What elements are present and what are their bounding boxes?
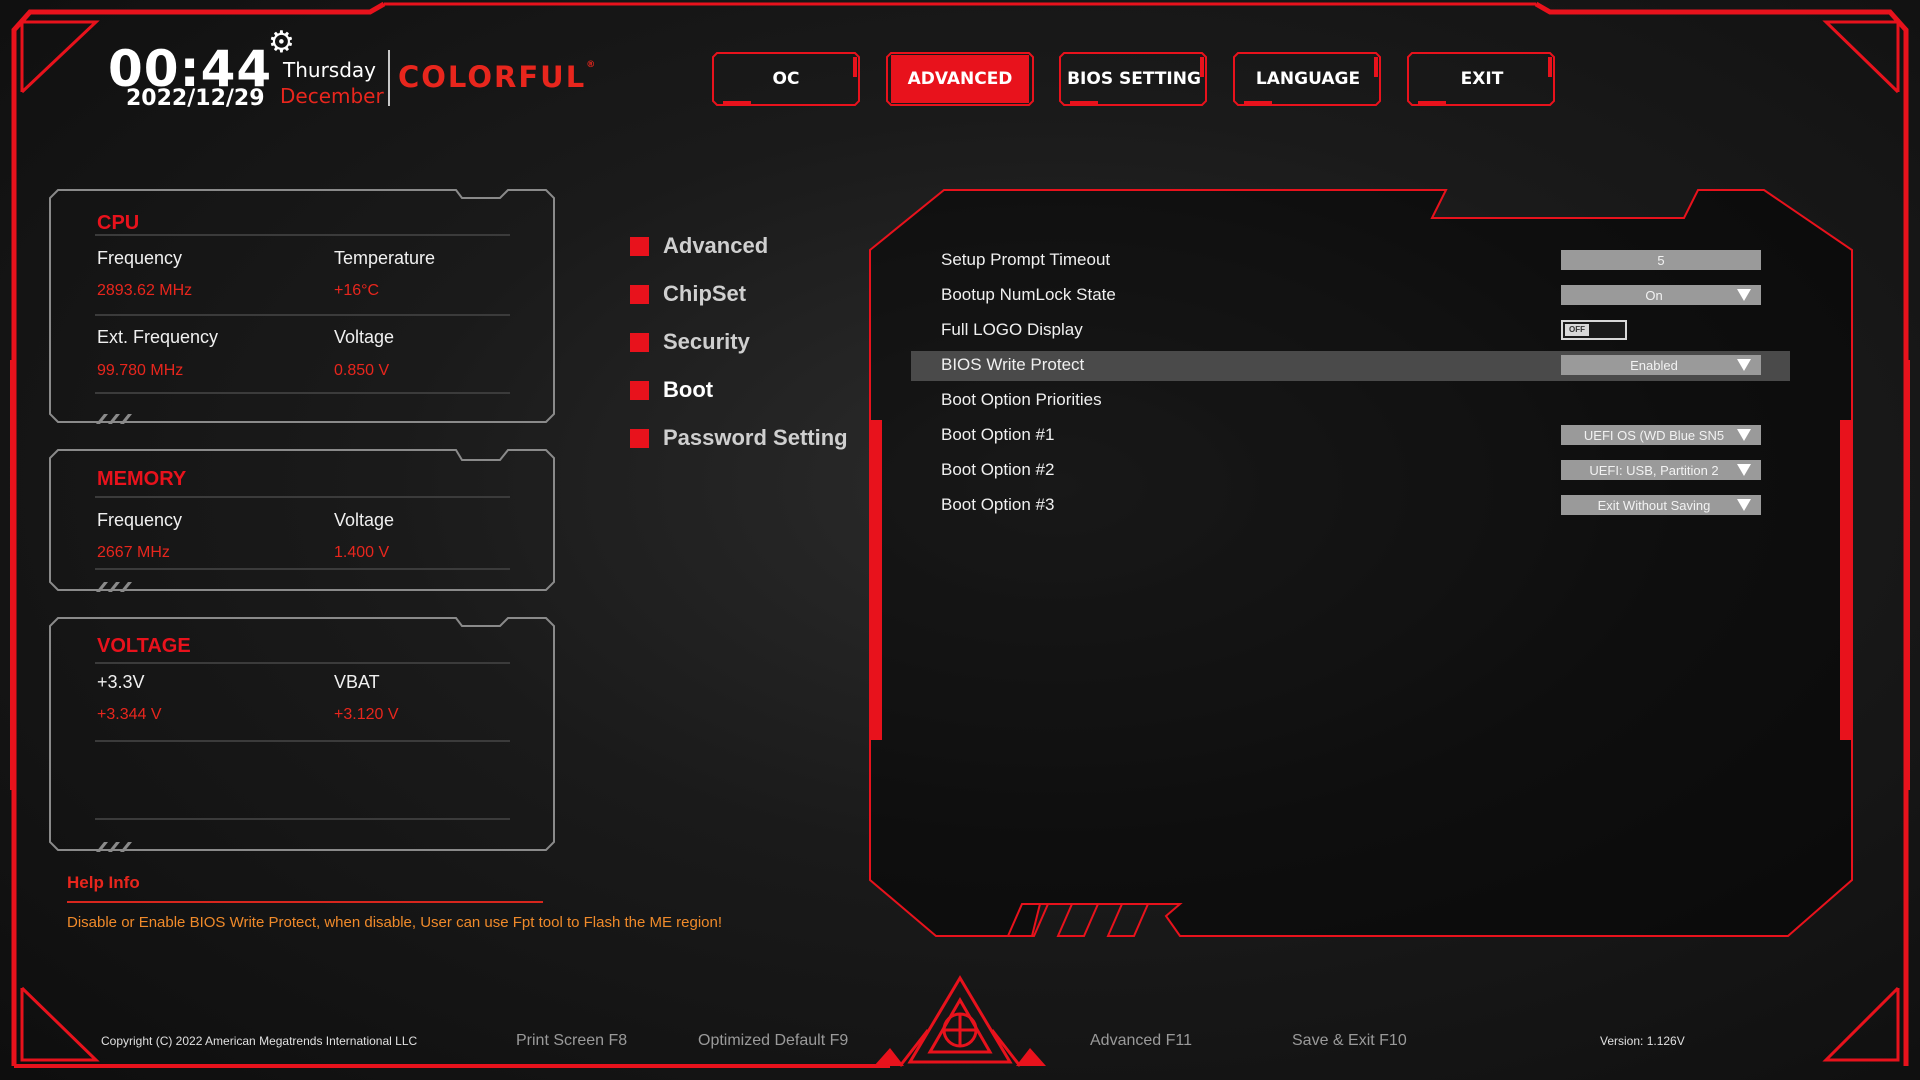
tab-bios-setting[interactable]: BIOS SETTING	[1065, 55, 1203, 103]
dropdown-arrow-icon	[1737, 429, 1751, 441]
dropdown-arrow-icon	[1737, 464, 1751, 476]
setting-boot-option-priorities: Boot Option Priorities	[911, 386, 1790, 416]
voltage-title: VOLTAGE	[97, 635, 191, 657]
bootup-numlock-select[interactable]: On	[1561, 285, 1761, 305]
help-divider	[67, 901, 543, 903]
divider	[95, 496, 510, 498]
month-label: December	[280, 84, 384, 108]
save-exit-hotkey[interactable]: Save & Exit F10	[1292, 1032, 1407, 1050]
divider	[95, 818, 510, 820]
menu-square-icon	[630, 284, 649, 304]
version-text: Version: 1.126V	[1600, 1034, 1685, 1048]
dropdown-arrow-icon	[1737, 289, 1751, 301]
bios-write-protect-select[interactable]: Enabled	[1561, 355, 1761, 375]
menu-item-label: Boot	[663, 377, 714, 402]
control-value: 5	[1657, 252, 1665, 268]
control-value: UEFI: USB, Partition 2	[1589, 462, 1719, 478]
setup-prompt-timeout-input[interactable]: 5	[1561, 250, 1761, 270]
boot-option-3-select[interactable]: Exit Without Saving	[1561, 495, 1761, 515]
menu-square-icon	[630, 428, 649, 448]
clock-date: 2022/12/29	[126, 86, 265, 111]
dropdown-arrow-icon	[1737, 499, 1751, 511]
memory-frequency-label: Frequency	[97, 510, 183, 530]
tab-language[interactable]: LANGUAGE	[1239, 55, 1377, 103]
setting-setup-prompt-timeout[interactable]: Setup Prompt Timeout 5	[911, 246, 1790, 276]
divider	[95, 392, 510, 394]
setting-boot-option-2[interactable]: Boot Option #2 UEFI: USB, Partition 2	[911, 456, 1790, 486]
menu-item-security[interactable]: Security	[630, 326, 750, 358]
menu-item-label: ChipSet	[663, 281, 747, 306]
help-info-text: Disable or Enable BIOS Write Protect, wh…	[67, 914, 723, 931]
setting-label: Boot Option #2	[941, 460, 1055, 479]
menu-item-advanced[interactable]: Advanced	[630, 230, 768, 262]
voltage-vbat-label: VBAT	[334, 672, 380, 692]
brand-mark: ®	[586, 60, 598, 70]
dropdown-arrow-icon	[1737, 359, 1751, 371]
setting-full-logo-display[interactable]: Full LOGO Display OFF	[911, 316, 1790, 346]
print-screen-hotkey[interactable]: Print Screen F8	[516, 1032, 627, 1050]
menu-item-chipset[interactable]: ChipSet	[630, 278, 746, 310]
brand-name: COLORFUL	[398, 60, 587, 94]
boot-option-2-select[interactable]: UEFI: USB, Partition 2	[1561, 460, 1761, 480]
cpu-ext-frequency-label: Ext. Frequency	[97, 327, 219, 347]
memory-title: MEMORY	[97, 468, 187, 490]
cpu-frequency-label: Frequency	[97, 248, 183, 268]
gear-icon[interactable]: ⚙	[268, 28, 295, 58]
voltage-3v3-value: +3.344 V	[97, 706, 162, 723]
tab-exit[interactable]: EXIT	[1413, 55, 1551, 103]
boot-option-1-select[interactable]: UEFI OS (WD Blue SN5	[1561, 425, 1761, 445]
cpu-title: CPU	[97, 212, 140, 234]
setting-label: Boot Option Priorities	[941, 390, 1102, 409]
setting-boot-option-1[interactable]: Boot Option #1 UEFI OS (WD Blue SN5	[911, 421, 1790, 451]
menu-item-label: Security	[663, 329, 750, 354]
tab-advanced[interactable]: ADVANCED	[891, 55, 1029, 103]
memory-voltage-label: Voltage	[334, 510, 395, 530]
setting-bios-write-protect[interactable]: BIOS Write Protect Enabled	[911, 351, 1790, 381]
control-value: Exit Without Saving	[1597, 497, 1711, 513]
help-info-title: Help Info	[67, 873, 140, 892]
cpu-voltage-label: Voltage	[334, 327, 395, 347]
divider	[95, 234, 510, 236]
menu-item-boot[interactable]: Boot	[630, 374, 713, 406]
weekday-label: Thursday	[283, 58, 376, 82]
memory-voltage-value: 1.400 V	[334, 544, 390, 561]
advanced-hotkey[interactable]: Advanced F11	[1090, 1032, 1192, 1050]
copyright-text: Copyright (C) 2022 American Megatrends I…	[101, 1034, 418, 1048]
setting-bootup-numlock-state[interactable]: Bootup NumLock State On	[911, 281, 1790, 311]
menu-square-icon	[630, 380, 649, 400]
setting-label: Bootup NumLock State	[941, 285, 1116, 304]
divider	[95, 568, 510, 570]
cpu-ext-frequency-value: 99.780 MHz	[97, 362, 184, 379]
divider	[95, 314, 510, 316]
brand-divider	[388, 50, 390, 106]
voltage-3v3-label: +3.3V	[97, 672, 145, 692]
cpu-frequency-value: 2893.62 MHz	[97, 282, 193, 299]
setting-label: Full LOGO Display	[941, 320, 1083, 339]
toggle-knob: OFF	[1565, 324, 1589, 336]
menu-item-password-setting[interactable]: Password Setting	[630, 422, 848, 454]
voltage-vbat-value: +3.120 V	[334, 706, 399, 723]
tab-oc[interactable]: OC	[717, 55, 855, 103]
cpu-temperature-label: Temperature	[334, 248, 436, 268]
menu-square-icon	[630, 236, 649, 256]
divider	[95, 740, 510, 742]
memory-frequency-value: 2667 MHz	[97, 544, 170, 561]
setting-label: BIOS Write Protect	[941, 355, 1085, 374]
setting-label: Setup Prompt Timeout	[941, 250, 1111, 269]
control-value: Enabled	[1630, 357, 1678, 373]
optimized-default-hotkey[interactable]: Optimized Default F9	[698, 1032, 848, 1050]
control-value: On	[1645, 287, 1663, 303]
control-value: UEFI OS (WD Blue SN5	[1583, 427, 1725, 443]
setting-label: Boot Option #3	[941, 495, 1055, 514]
cpu-temperature-value: +16°C	[334, 282, 380, 299]
menu-item-label: Password Setting	[663, 425, 848, 450]
full-logo-display-toggle[interactable]: OFF	[1561, 320, 1627, 340]
cpu-voltage-value: 0.850 V	[334, 362, 390, 379]
menu-item-label: Advanced	[663, 233, 769, 258]
setting-label: Boot Option #1	[941, 425, 1055, 444]
setting-boot-option-3[interactable]: Boot Option #3 Exit Without Saving	[911, 491, 1790, 521]
divider	[95, 662, 510, 664]
brand-logo: COLORFUL®	[398, 60, 597, 94]
menu-square-icon	[630, 332, 649, 352]
